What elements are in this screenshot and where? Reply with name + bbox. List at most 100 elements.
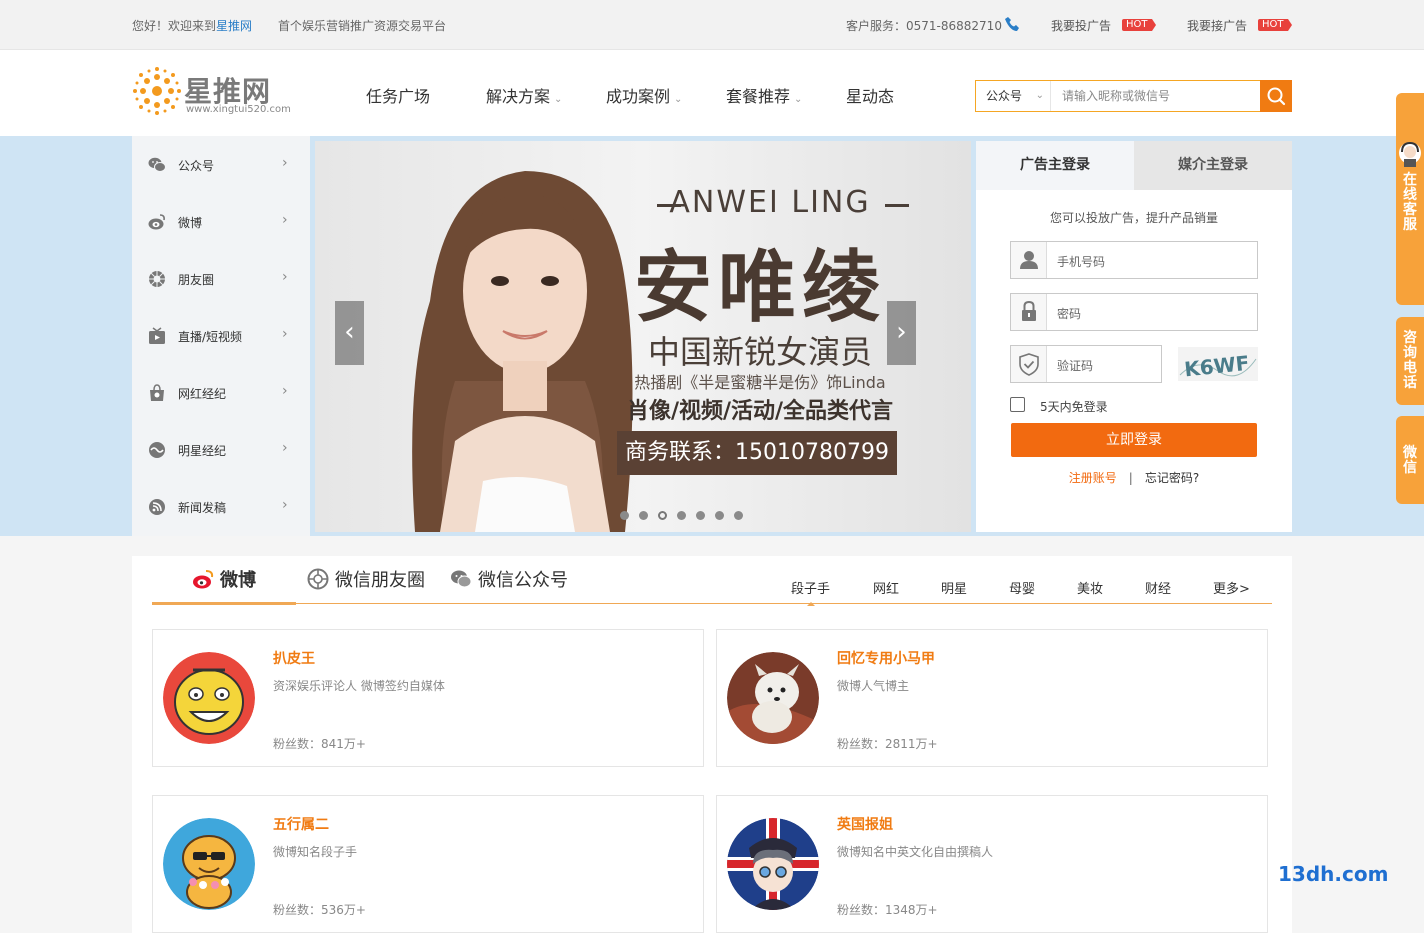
influencer-section: 微博 微信朋友圈 微信公众号 段子手 网红 明星 母婴 美妆 财经 更多> 扒皮…: [132, 556, 1292, 933]
customer-service-text: 客户服务：0571-86882710: [846, 19, 1002, 33]
register-link[interactable]: 注册账号: [1069, 471, 1117, 485]
customer-service-avatar-icon: [1399, 141, 1421, 167]
search-button[interactable]: [1260, 80, 1292, 112]
filter-celebrity[interactable]: 明星: [941, 578, 967, 597]
influencer-name[interactable]: 回忆专用小马甲: [837, 648, 935, 668]
wechat-icon: [451, 570, 472, 588]
tab-label: 微信朋友圈: [335, 570, 425, 591]
influencer-name[interactable]: 英国报姐: [837, 814, 893, 834]
carousel-dot[interactable]: [620, 511, 629, 520]
influencer-fans: 粉丝数：1348万+: [837, 903, 938, 917]
remember-checkbox[interactable]: [1010, 397, 1025, 412]
influencer-fans: 粉丝数：2811万+: [837, 737, 938, 751]
search-input[interactable]: [1052, 81, 1260, 111]
side-item-wechat[interactable]: 公众号 ›: [132, 136, 310, 193]
nav-packages[interactable]: 套餐推荐 ⌄: [726, 83, 802, 107]
lock-icon: [1022, 300, 1036, 321]
filter-mother-baby[interactable]: 母婴: [1009, 578, 1035, 597]
nav-cases[interactable]: 成功案例 ⌄: [606, 83, 682, 107]
carousel-dot[interactable]: [677, 511, 686, 520]
filter-beauty[interactable]: 美妆: [1077, 578, 1103, 597]
side-item-star-agent[interactable]: 明星经纪 ›: [132, 421, 310, 478]
forgot-password-link[interactable]: 忘记密码?: [1145, 471, 1199, 485]
shield-icon: [1019, 353, 1039, 376]
advertise-link[interactable]: 我要投广告: [1051, 17, 1111, 34]
nav-news[interactable]: 星动态: [846, 83, 898, 107]
chevron-right-icon: ›: [282, 212, 288, 228]
chevron-down-icon: ⌄: [674, 94, 683, 105]
search-icon: [1267, 87, 1286, 106]
shield-icon-box: [1011, 346, 1047, 382]
avatar: [163, 818, 255, 910]
captcha-field[interactable]: 验证码: [1010, 345, 1162, 383]
avatar: [727, 652, 819, 744]
float-consult-phone[interactable]: 咨询电话: [1396, 317, 1424, 405]
celebrity-portrait: [412, 171, 633, 532]
search-type-select[interactable]: 公众号 ⌄: [976, 81, 1051, 111]
avatar: [727, 818, 819, 910]
captcha-text: K6WF: [1183, 351, 1250, 381]
slogan: 首个娱乐营销推广资源交易平台: [278, 19, 447, 33]
logo-sun-icon: [133, 67, 181, 115]
influencer-card[interactable]: 五行属二 微博知名段子手 粉丝数：536万+: [152, 795, 704, 933]
side-item-live-video[interactable]: 直播/短视频 ›: [132, 307, 310, 364]
hero-banner-carousel[interactable]: ANWEI LING 安唯绫 中国新锐女演员 热播剧《半是蜜糖半是伤》饰Lind…: [315, 141, 971, 532]
moments-icon: [149, 271, 165, 287]
phone-field[interactable]: 手机号码: [1010, 241, 1258, 279]
login-submit-button[interactable]: 立即登录: [1011, 423, 1257, 457]
side-item-weibo[interactable]: 微博 ›: [132, 193, 310, 250]
weibo-icon: [148, 214, 165, 230]
carousel-dot[interactable]: [639, 511, 648, 520]
side-item-influencer-agent[interactable]: 网红经纪 ›: [132, 364, 310, 421]
welcome-brand-link[interactable]: 星推网: [216, 19, 252, 33]
nav-task-square[interactable]: 任务广场: [366, 83, 434, 107]
float-label: 微信: [1403, 445, 1417, 476]
float-label: 咨询电话: [1403, 330, 1417, 391]
side-item-press-release[interactable]: 新闻发稿 ›: [132, 478, 310, 535]
tab-media-login[interactable]: 媒介主登录: [1134, 141, 1292, 190]
influencer-card[interactable]: 英国报姐 微博知名中英文化自由撰稿人 粉丝数：1348万+: [716, 795, 1268, 933]
search-box: 公众号 ⌄: [975, 80, 1292, 112]
side-item-label: 微博: [178, 216, 203, 230]
carousel-dot[interactable]: [734, 511, 743, 520]
carousel-dot[interactable]: [715, 511, 724, 520]
captcha-image[interactable]: K6WF: [1178, 347, 1258, 381]
chevron-right-icon: ›: [282, 383, 288, 399]
influencer-name[interactable]: 五行属二: [273, 814, 329, 834]
star-agent-icon: [149, 442, 165, 458]
tab-label: 微博: [220, 570, 256, 591]
carousel-next-button[interactable]: ›: [887, 301, 916, 365]
login-links: 注册账号 | 忘记密码?: [976, 469, 1292, 486]
search-type-value: 公众号: [986, 89, 1023, 103]
influencer-card[interactable]: 扒皮王 资深娱乐评论人 微博签约自媒体 粉丝数：841万+: [152, 629, 704, 767]
nav-solutions[interactable]: 解决方案 ⌄: [486, 83, 562, 107]
welcome-text: 您好！欢迎来到星推网: [132, 17, 252, 34]
live-video-icon: [149, 327, 165, 344]
chevron-right-icon: ›: [282, 440, 288, 456]
active-tab-indicator: [152, 602, 296, 605]
float-label: 在线客服: [1403, 172, 1417, 233]
side-item-label: 明星经纪: [178, 444, 227, 458]
password-field[interactable]: 密码: [1010, 293, 1258, 331]
tab-advertiser-login[interactable]: 广告主登录: [976, 141, 1134, 190]
filter-influencer[interactable]: 网红: [873, 578, 899, 597]
side-item-moments[interactable]: 朋友圈 ›: [132, 250, 310, 307]
influencer-fans: 粉丝数：841万+: [273, 737, 366, 751]
watermark: 13dh.com: [1278, 862, 1389, 886]
filter-more[interactable]: 更多>: [1213, 578, 1250, 597]
receive-ad-link[interactable]: 我要接广告: [1187, 17, 1247, 34]
nav-label: 解决方案: [486, 87, 551, 106]
filter-finance[interactable]: 财经: [1145, 578, 1171, 597]
float-online-service[interactable]: 在线客服: [1396, 93, 1424, 305]
carousel-dot-active[interactable]: [658, 511, 667, 520]
carousel-dot[interactable]: [696, 511, 705, 520]
carousel-prev-button[interactable]: ‹: [335, 301, 364, 365]
weibo-icon: [193, 570, 214, 589]
filter-comedian[interactable]: 段子手: [791, 578, 830, 606]
influencer-card[interactable]: 回忆专用小马甲 微博人气博主 粉丝数：2811万+: [716, 629, 1268, 767]
float-wechat[interactable]: 微信: [1396, 416, 1424, 504]
chevron-right-icon: ›: [282, 326, 288, 342]
logo[interactable]: 星推网 www.xingtui520.com: [132, 66, 302, 118]
influencer-desc: 微博知名段子手: [273, 845, 358, 859]
influencer-name[interactable]: 扒皮王: [273, 648, 315, 668]
